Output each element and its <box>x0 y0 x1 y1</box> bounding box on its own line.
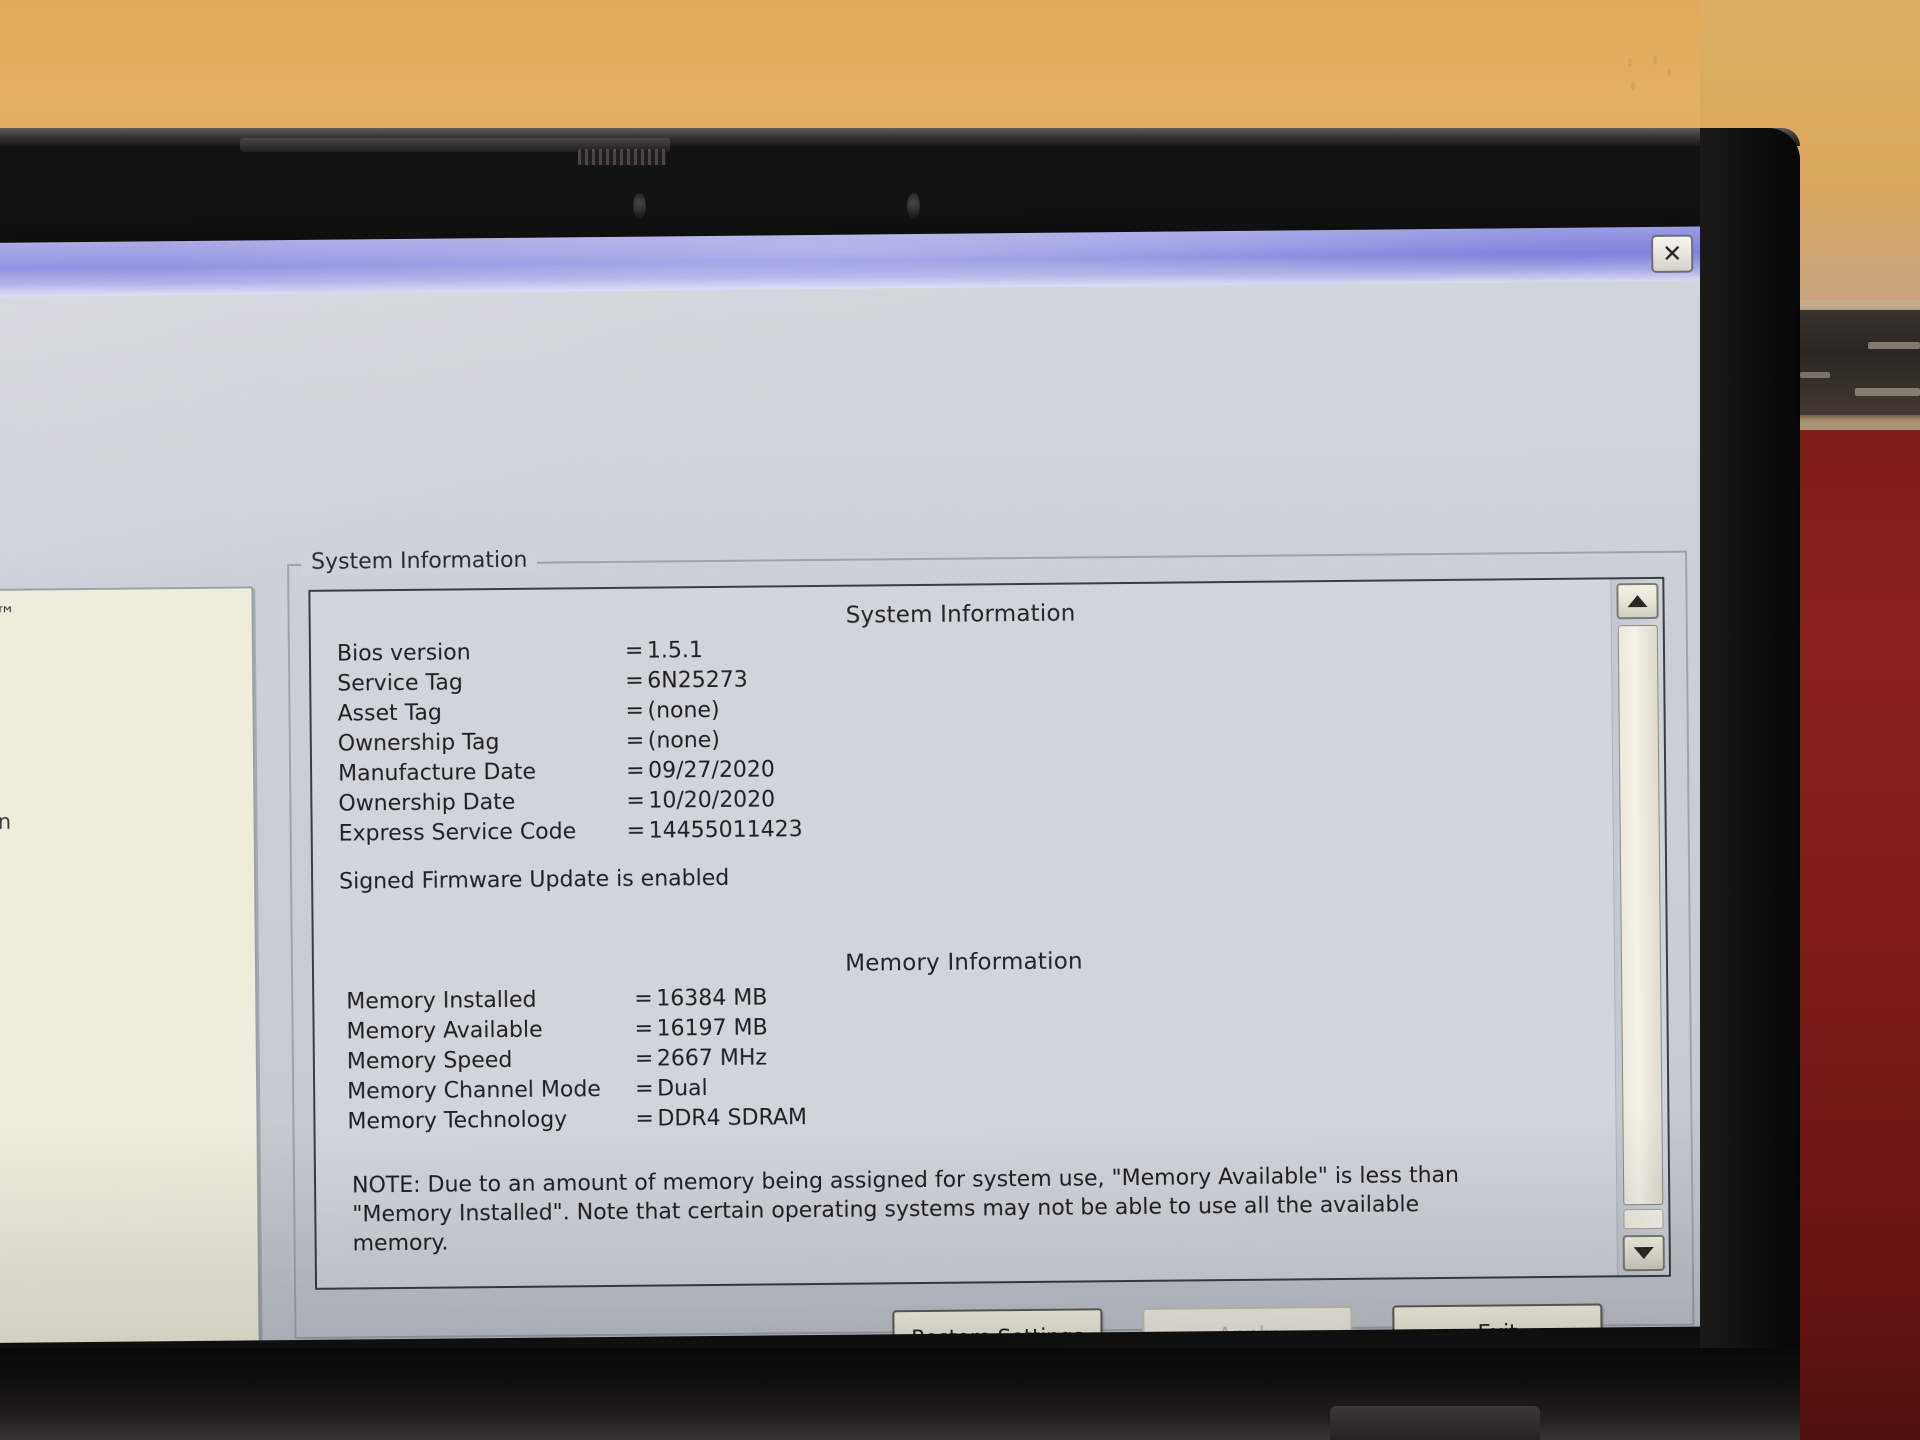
row-key: Ownership Date <box>338 789 516 817</box>
row-key: Memory Installed <box>346 987 537 1015</box>
row-equals: = <box>625 758 645 784</box>
laptop-base-detail <box>1330 1406 1540 1440</box>
row-key: Memory Available <box>346 1017 543 1045</box>
webcam-lens <box>633 193 646 219</box>
row-key: Asset Tag <box>337 700 443 727</box>
row-key: Ownership Tag <box>337 730 500 757</box>
laptop-vent <box>578 149 666 165</box>
vertical-scrollbar[interactable] <box>1610 578 1669 1276</box>
photo-scene: ✕ ions™ ution System Information System … <box>0 0 1920 1440</box>
row-key: Memory Channel Mode <box>347 1077 602 1105</box>
row-equals: = <box>626 788 645 814</box>
row-equals: = <box>634 1016 654 1042</box>
background-shelf-detail <box>1800 372 1830 378</box>
laptop-right-bezel <box>1700 128 1800 1440</box>
laptop-screen: ✕ ions™ ution System Information System … <box>0 226 1726 1343</box>
row-equals: = <box>635 1106 654 1132</box>
row-key: Express Service Code <box>338 819 577 847</box>
row-key: Manufacture Date <box>337 759 537 787</box>
triangle-up-icon <box>1627 595 1648 608</box>
row-key: Memory Speed <box>346 1047 513 1075</box>
row-equals: = <box>625 698 645 724</box>
close-icon[interactable]: ✕ <box>1650 234 1694 273</box>
left-panel-text-fragment-1: ions™ <box>0 602 16 628</box>
background-shelf-detail <box>1855 388 1920 396</box>
row-key: Memory Technology <box>347 1107 568 1135</box>
system-information-scrollview[interactable]: System Information Bios version = 1.5.1 … <box>308 576 1672 1290</box>
section-title-system: System Information <box>845 600 1076 629</box>
ir-sensor <box>907 193 920 219</box>
scroll-up-arrow-icon[interactable] <box>1616 582 1659 620</box>
row-equals: = <box>626 818 646 844</box>
scrollbar-track[interactable] <box>1623 1208 1664 1230</box>
triangle-down-icon <box>1633 1246 1654 1260</box>
row-equals: = <box>624 638 644 664</box>
section-title-memory: Memory Information <box>845 948 1083 977</box>
left-panel-text-fragment-2: ution <box>0 809 12 835</box>
row-key: Bios version <box>336 640 471 667</box>
background-shelf-detail <box>1868 342 1920 349</box>
system-information-content: System Information Bios version = 1.5.1 … <box>310 579 1617 1287</box>
row-equals: = <box>625 728 645 754</box>
scroll-down-arrow-icon[interactable] <box>1622 1234 1665 1272</box>
system-rows: Bios version = 1.5.1 Service Tag = 6N252… <box>311 627 1613 849</box>
row-equals: = <box>635 1076 654 1102</box>
row-equals: = <box>625 668 644 694</box>
scrollbar-thumb[interactable] <box>1617 624 1664 1206</box>
dialog-body: ions™ ution System Information System In… <box>0 280 1726 1343</box>
row-key: Service Tag <box>337 670 463 697</box>
groupbox-legend: System Information <box>300 547 538 575</box>
background-wall-marks <box>1625 55 1695 105</box>
row-equals: = <box>634 1046 654 1072</box>
memory-availability-note: NOTE: Due to an amount of memory being a… <box>351 1162 1460 1257</box>
row-equals: = <box>634 986 653 1012</box>
left-side-panel[interactable] <box>0 586 262 1343</box>
memory-rows: Memory Installed = 16384 MB Memory Avail… <box>314 975 1615 1137</box>
